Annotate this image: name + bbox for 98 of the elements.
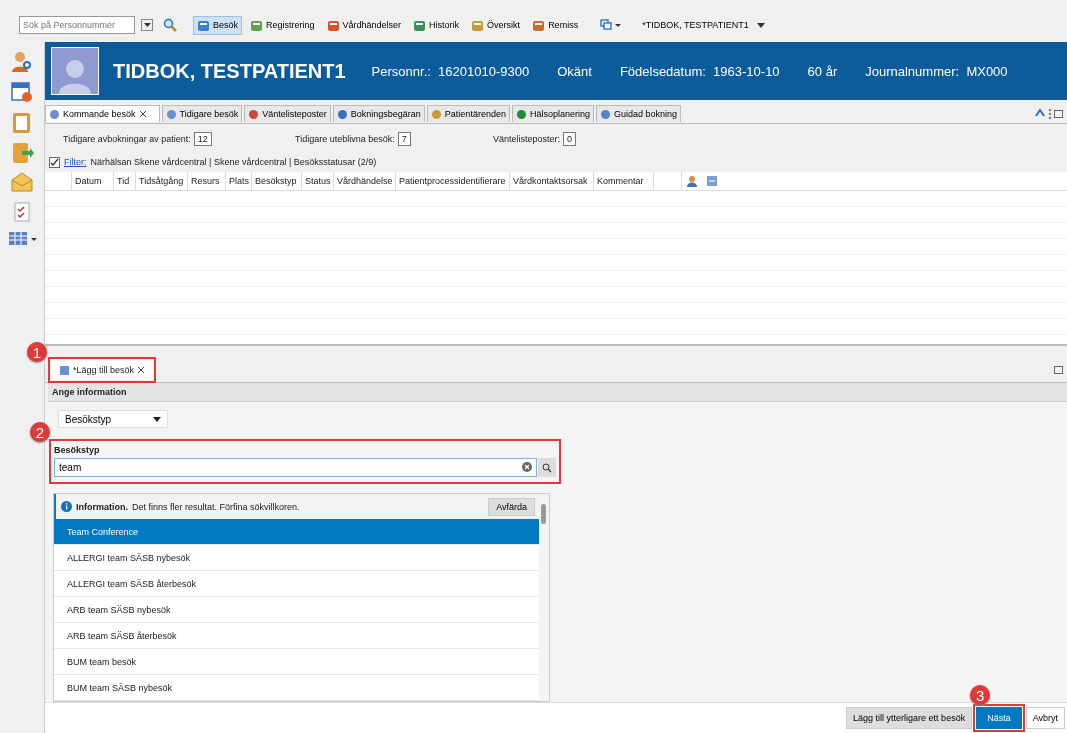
result-item[interactable]: Team Conference [54,519,539,545]
dismiss-button[interactable]: Avfärda [488,497,535,516]
tab-icon [165,108,177,120]
envelope-icon[interactable] [10,170,34,194]
patient-menu[interactable]: *TIDBOK, TESTPATIENT1 [636,19,771,31]
tab[interactable]: Tidigare besök [161,105,243,122]
tab-icon [430,108,442,120]
counter-label: Tidigare avbokningar av patient: [63,134,191,144]
tab[interactable]: Bokningsbegäran [332,105,425,122]
section-title: Ange information [48,383,1067,402]
toolbar-icon [197,18,210,32]
result-item[interactable]: ALLERGI team SÄSB nybesök [54,545,539,571]
toolbar-button[interactable]: Besök [193,15,242,35]
result-item[interactable]: BUM team besök [54,649,539,675]
caret-icon [756,22,765,28]
toolbar-button[interactable]: Remiss [528,15,583,35]
search-button[interactable] [538,458,556,477]
maximize-icon[interactable] [1054,366,1063,374]
person-icon[interactable] [686,175,698,187]
close-icon[interactable] [137,366,146,374]
add-visit-tab[interactable]: *Lägg till besök [51,360,154,380]
tab[interactable]: Guidad bokning [595,105,682,122]
patient-info: Okänt [557,63,592,79]
clipboard-arrow-icon[interactable] [10,140,34,164]
step-badge: 2 [30,422,50,442]
add-another-button[interactable]: Lägg till ytterligare ett besök [846,707,973,729]
tab-icon [49,108,60,120]
info-text: Det finns fler resultat. Förfina sökvillkoren. [132,501,301,512]
filter-text: Närhälsan Skene vårdcentral | Skene vårdcentral | Besöksstatusar (2/9) [90,157,377,167]
person-search-icon[interactable] [10,50,34,74]
step-badge: 1 [27,342,47,362]
result-item[interactable]: ALLERGI team SÄSB återbesök [54,571,539,597]
toolbar-button[interactable]: Historik [409,15,464,35]
result-item[interactable]: BUM team SÄSB nybesök [54,675,539,701]
next-button[interactable]: Nästa [976,707,1022,729]
info-title: Information. [76,501,128,512]
type-dropdown[interactable]: Besökstyp [58,410,168,428]
result-item[interactable]: ARB team SÄSB återbesök [54,623,539,649]
close-icon[interactable] [138,110,147,118]
column-header[interactable]: Plats [226,172,252,190]
grid-menu-icon[interactable] [7,230,37,246]
toolbar-icon [471,18,485,32]
cancel-button[interactable]: Avbryt [1025,707,1065,729]
patient-info: Personnr.: 16201010-9300 [371,63,530,79]
toolbar-icon [326,18,340,32]
search-icon [542,462,552,473]
result-item[interactable]: ARB team SÄSB nybesök [54,597,539,623]
more-icon[interactable] [1048,107,1052,120]
column-header[interactable]: Tidsåtgång [136,172,188,190]
column-header[interactable]: Vårdhändelse [334,172,396,190]
windows-icon[interactable] [600,19,623,31]
column-header[interactable]: Vårdkontaktsorsak [510,172,594,190]
counter-label: Väntelisteposter: [493,134,561,144]
tab-icon [599,108,611,120]
search-field[interactable]: Sök på Personnummer [19,16,135,34]
toolbar-button[interactable]: Registrering [246,15,319,35]
filter-checkbox[interactable] [49,156,60,168]
dropdown-button[interactable] [141,19,153,31]
caret-icon [153,416,161,422]
tab-icon [59,364,70,376]
tab[interactable]: Hälsoplanering [511,105,594,122]
tab-icon [336,108,348,120]
info-icon [61,501,72,512]
search-icon[interactable] [163,18,177,32]
tab[interactable]: Patientärenden [426,105,510,122]
column-header[interactable]: Besökstyp [252,172,302,190]
counter-value: 0 [563,132,577,146]
toolbar-icon [532,18,546,32]
patient-info: 60 år [807,63,838,79]
patient-info: Födelsedatum: 1963-10-10 [619,63,780,79]
avatar-icon [51,47,99,95]
column-header[interactable]: Patientprocessidentifierare [396,172,510,190]
toolbar-button[interactable]: Översikt [467,15,525,35]
patient-info: Journalnummer: MX000 [865,63,1008,79]
column-header[interactable]: Resurs [188,172,226,190]
field-label: Besökstyp [54,445,101,455]
toolbar-button[interactable]: Vårdhändelser [322,15,406,35]
column-header[interactable]: Kommentar [594,172,654,190]
toolbar-icon [250,18,263,32]
toolbar-icon [413,18,427,32]
clear-icon[interactable] [522,462,532,472]
scrollbar[interactable] [539,494,549,701]
search-field[interactable]: team [54,458,537,477]
tab[interactable]: Kommande besök [45,105,160,122]
counter-value: 7 [397,132,411,146]
column-header[interactable]: Datum [72,172,114,190]
caret-icon [143,23,151,27]
tab[interactable]: Väntelisteposter [244,105,331,122]
tab-icon [248,108,260,120]
counter-value: 12 [193,132,212,146]
column-header[interactable]: Tid [114,172,136,190]
filter-link[interactable]: Filter: [64,157,87,167]
patient-name: TIDBOK, TESTPATIENT1 [113,59,346,83]
counter-label: Tidigare uteblivna besök: [295,134,395,144]
tab-icon [515,108,527,120]
calendar-clock-icon[interactable] [10,80,34,104]
maximize-icon[interactable] [1054,109,1063,118]
column-header[interactable]: Status [302,172,334,190]
